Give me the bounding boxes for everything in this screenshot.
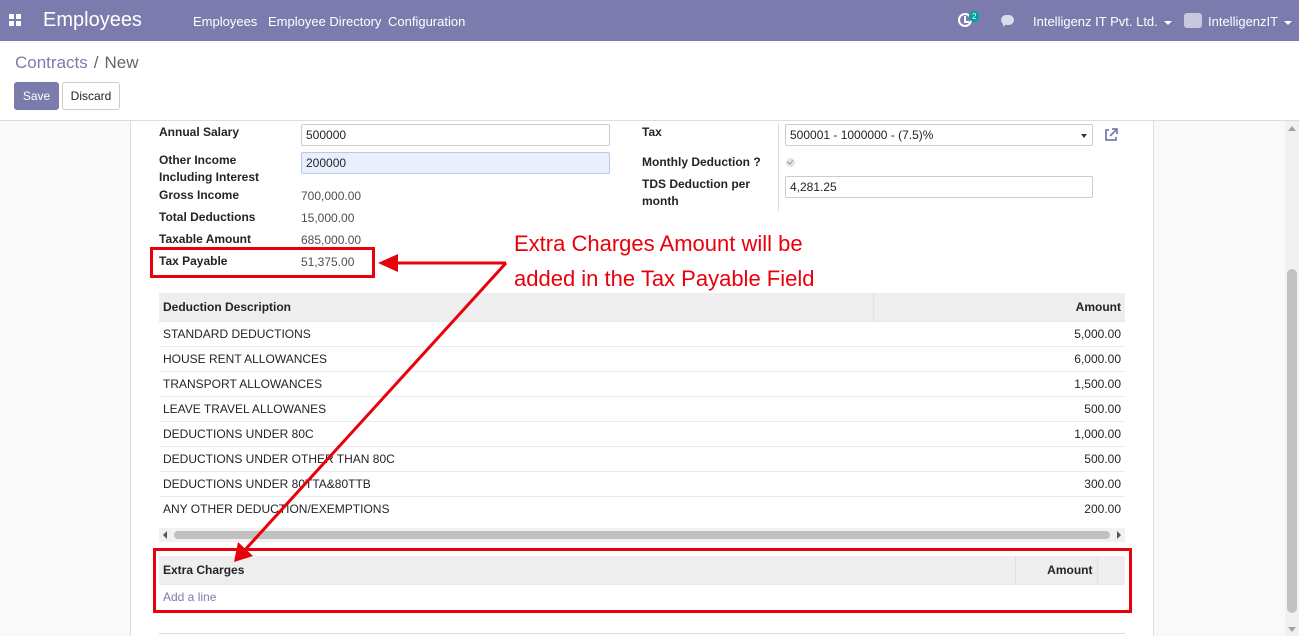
deduction-description-cell[interactable]: LEAVE TRAVEL ALLOWANES	[159, 395, 873, 421]
monthly-deduction-checkbox[interactable]	[786, 158, 795, 167]
menu-employees[interactable]: Employees	[193, 14, 257, 29]
table-row[interactable]: STANDARD DEDUCTIONS 5,000.00	[159, 320, 1125, 346]
deduction-description-cell[interactable]: DEDUCTIONS UNDER OTHER THAN 80C	[159, 445, 873, 471]
save-button[interactable]: Save	[14, 82, 59, 110]
apps-menu-icon[interactable]	[9, 14, 21, 26]
deductions-table: Deduction Description Amount STANDARD DE…	[159, 293, 1125, 521]
tds-input[interactable]: 4,281.25	[785, 176, 1093, 198]
app-title[interactable]: Employees	[43, 9, 142, 32]
annual-salary-label: Annual Salary	[159, 125, 240, 139]
column-divider	[778, 123, 779, 211]
tax-label: Tax	[642, 125, 662, 139]
breadcrumb-current: New	[104, 53, 139, 72]
menu-employee-directory[interactable]: Employee Directory	[268, 14, 381, 29]
top-navbar: Employees Employees Employee Directory C…	[0, 0, 1299, 41]
table-row[interactable]: TRANSPORT ALLOWANCES 1,500.00	[159, 370, 1125, 396]
discard-button[interactable]: Discard	[62, 82, 120, 110]
scroll-right-icon[interactable]	[1117, 531, 1121, 539]
menu-configuration[interactable]: Configuration	[388, 14, 465, 29]
annual-salary-input[interactable]: 500000	[301, 124, 610, 146]
chat-icon[interactable]	[1001, 15, 1014, 27]
table-row[interactable]: ANY OTHER DEDUCTION/EXEMPTIONS 200.00	[159, 495, 1125, 521]
deduction-description-cell[interactable]: DEDUCTIONS UNDER 80C	[159, 420, 873, 446]
deduction-description-cell[interactable]: TRANSPORT ALLOWANCES	[159, 370, 873, 396]
external-link-icon[interactable]	[1103, 127, 1119, 143]
horizontal-scrollbar[interactable]	[159, 528, 1125, 542]
total-deductions-label: Total Deductions	[159, 210, 256, 224]
deduction-amount-cell[interactable]: 500.00	[873, 395, 1125, 421]
monthly-deduction-label: Monthly Deduction ?	[642, 155, 761, 169]
gross-income-value: 700,000.00	[301, 189, 362, 203]
deduction-description-cell[interactable]: HOUSE RENT ALLOWANCES	[159, 345, 873, 371]
extra-charges-highlight-box	[153, 548, 1132, 613]
table-row[interactable]: LEAVE TRAVEL ALLOWANES 500.00	[159, 395, 1125, 421]
total-deductions-value: 15,000.00	[301, 211, 355, 225]
annotation-line-1: Extra Charges Amount will be	[514, 231, 803, 256]
deduction-amount-cell[interactable]: 200.00	[873, 495, 1125, 521]
vertical-scrollbar[interactable]	[1285, 121, 1299, 636]
activity-badge: 2	[969, 11, 980, 22]
user-avatar-icon[interactable]	[1184, 13, 1202, 28]
scroll-thumb[interactable]	[174, 531, 1110, 539]
taxable-amount-value: 685,000.00	[301, 233, 362, 247]
deduction-amount-cell[interactable]: 1,500.00	[873, 370, 1125, 396]
deduction-amount-cell[interactable]: 500.00	[873, 445, 1125, 471]
amount-header[interactable]: Amount	[873, 293, 1125, 321]
user-name: IntelligenzIT	[1208, 14, 1279, 29]
deduction-description-cell[interactable]: ANY OTHER DEDUCTION/EXEMPTIONS	[159, 495, 873, 521]
tax-select[interactable]: 500001 - 1000000 - (7.5)%	[785, 124, 1093, 146]
deduction-description-cell[interactable]: STANDARD DEDUCTIONS	[159, 320, 873, 346]
table-row[interactable]: DEDUCTIONS UNDER 80TTA&80TTB 300.00	[159, 470, 1125, 496]
tds-label: TDS Deduction per month	[642, 177, 751, 208]
section-divider	[159, 633, 1125, 634]
deduction-description-header[interactable]: Deduction Description	[159, 293, 874, 321]
deduction-amount-cell[interactable]: 6,000.00	[873, 345, 1125, 371]
breadcrumb-separator: /	[93, 53, 99, 72]
deduction-amount-cell[interactable]: 1,000.00	[873, 420, 1125, 446]
scroll-down-icon[interactable]	[1288, 627, 1296, 632]
breadcrumb: Contracts / New	[15, 53, 139, 73]
chevron-down-icon	[1284, 20, 1293, 25]
chevron-down-icon	[1163, 20, 1172, 25]
tax-payable-highlight-box	[150, 247, 375, 278]
annotation-text: Extra Charges Amount will be added in th…	[514, 226, 874, 296]
user-menu[interactable]: IntelligenzIT	[1208, 14, 1293, 29]
breadcrumb-contracts[interactable]: Contracts	[15, 53, 88, 72]
gross-income-label: Gross Income	[159, 188, 240, 202]
company-name: Intelligenz IT Pvt. Ltd.	[1033, 14, 1158, 29]
table-row[interactable]: HOUSE RENT ALLOWANCES 6,000.00	[159, 345, 1125, 371]
table-row[interactable]: DEDUCTIONS UNDER OTHER THAN 80C 500.00	[159, 445, 1125, 471]
deduction-description-cell[interactable]: DEDUCTIONS UNDER 80TTA&80TTB	[159, 470, 873, 496]
scroll-up-icon[interactable]	[1288, 126, 1296, 131]
company-switcher[interactable]: Intelligenz IT Pvt. Ltd.	[1033, 14, 1172, 29]
vertical-scroll-thumb[interactable]	[1287, 269, 1297, 613]
taxable-amount-label: Taxable Amount	[159, 232, 252, 246]
deduction-amount-cell[interactable]: 5,000.00	[873, 320, 1125, 346]
table-row[interactable]: DEDUCTIONS UNDER 80C 1,000.00	[159, 420, 1125, 446]
other-income-label: Other Income Including Interest	[159, 153, 260, 184]
other-income-input[interactable]: 200000	[301, 152, 610, 174]
deduction-amount-cell[interactable]: 300.00	[873, 470, 1125, 496]
scroll-left-icon[interactable]	[163, 531, 167, 539]
annotation-line-2: added in the Tax Payable Field	[514, 266, 815, 291]
